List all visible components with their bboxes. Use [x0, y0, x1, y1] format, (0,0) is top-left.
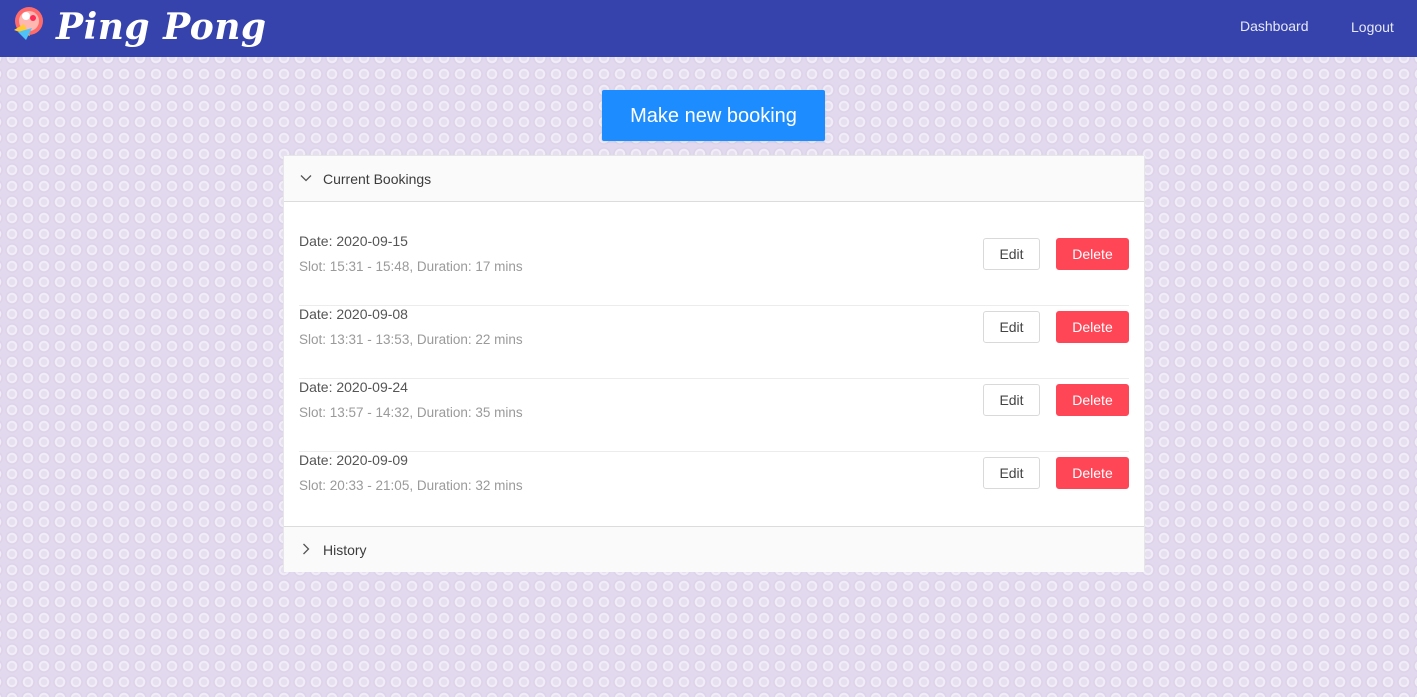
history-panel-header[interactable]: History — [284, 526, 1144, 572]
current-bookings-title: Current Bookings — [323, 171, 432, 187]
bookings-collapse: Current Bookings Date: 2020-09-15 Slot: … — [283, 155, 1145, 572]
chevron-down-icon — [300, 175, 312, 182]
booking-date: Date: 2020-09-08 — [299, 306, 408, 322]
nav-logout-link[interactable]: Logout — [1351, 19, 1394, 35]
booking-slot: Slot: 20:33 - 21:05, Duration: 32 mins — [299, 478, 523, 493]
delete-button[interactable]: Delete — [1056, 238, 1129, 270]
booking-slot: Slot: 13:31 - 13:53, Duration: 22 mins — [299, 332, 523, 347]
delete-button[interactable]: Delete — [1056, 384, 1129, 416]
ping-pong-logo-icon[interactable] — [10, 6, 46, 42]
current-bookings-panel-header[interactable]: Current Bookings — [284, 156, 1144, 202]
booking-item: Date: 2020-09-08 Slot: 13:31 - 13:53, Du… — [299, 306, 1129, 379]
booking-date: Date: 2020-09-15 — [299, 233, 408, 249]
booking-slot: Slot: 13:57 - 14:32, Duration: 35 mins — [299, 405, 523, 420]
brand-name[interactable]: Ping Pong — [56, 3, 267, 51]
edit-button[interactable]: Edit — [983, 384, 1040, 416]
booking-item: Date: 2020-09-09 Slot: 20:33 - 21:05, Du… — [299, 452, 1129, 525]
booking-slot: Slot: 15:31 - 15:48, Duration: 17 mins — [299, 259, 523, 274]
delete-button[interactable]: Delete — [1056, 311, 1129, 343]
make-new-booking-button[interactable]: Make new booking — [602, 90, 825, 141]
delete-button[interactable]: Delete — [1056, 457, 1129, 489]
edit-button[interactable]: Edit — [983, 238, 1040, 270]
chevron-right-icon — [303, 543, 310, 555]
edit-button[interactable]: Edit — [983, 311, 1040, 343]
history-title: History — [323, 542, 367, 558]
booking-item: Date: 2020-09-24 Slot: 13:57 - 14:32, Du… — [299, 379, 1129, 452]
booking-date: Date: 2020-09-24 — [299, 379, 408, 395]
nav-dashboard-link[interactable]: Dashboard — [1240, 18, 1309, 34]
edit-button[interactable]: Edit — [983, 457, 1040, 489]
top-navbar: Ping Pong Dashboard Logout — [0, 0, 1417, 57]
booking-date: Date: 2020-09-09 — [299, 452, 408, 468]
booking-item: Date: 2020-09-15 Slot: 15:31 - 15:48, Du… — [299, 233, 1129, 306]
